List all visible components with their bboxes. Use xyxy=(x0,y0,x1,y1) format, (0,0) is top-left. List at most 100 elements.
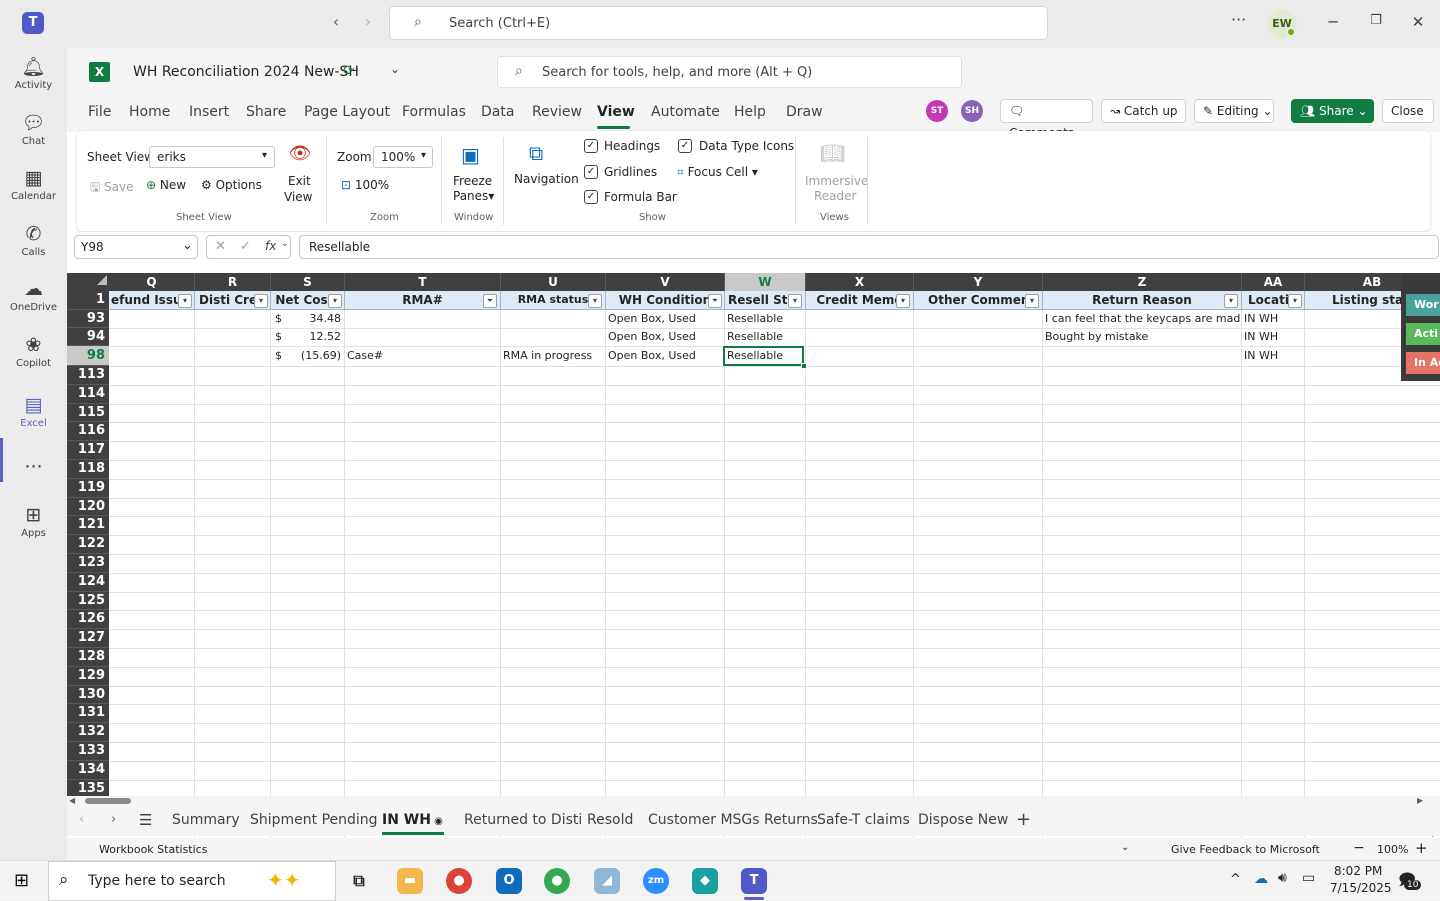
network-icon[interactable]: ▭ xyxy=(1302,870,1315,886)
filter-dropdown-icon[interactable]: ▾ xyxy=(588,294,602,308)
share-button[interactable]: 👥︎ Share ⌄ xyxy=(1291,99,1374,123)
cell-location[interactable]: IN WH xyxy=(1244,310,1278,328)
row-header[interactable]: 127 xyxy=(67,629,109,648)
header-cell-return-reason[interactable]: Return Reason xyxy=(1043,291,1242,310)
row-header[interactable]: 1 xyxy=(67,291,109,310)
chrome-profile-icon[interactable]: ● xyxy=(544,868,570,894)
sheet-tab-customer-msgs-returns[interactable]: Customer MSGs Returns xyxy=(648,812,818,828)
editing-mode-button[interactable]: ✎ Editing ⌄ xyxy=(1194,99,1274,123)
clock-date[interactable]: 7/15/2025 xyxy=(1330,881,1392,895)
cell-location[interactable]: IN WH xyxy=(1244,347,1278,365)
filter-dropdown-icon[interactable]: ▾ xyxy=(178,294,192,308)
row-header[interactable]: 134 xyxy=(67,760,109,780)
sheet-tab-shipment-pending[interactable]: Shipment Pending xyxy=(250,812,378,828)
sheet-tab-returned-to-disti[interactable]: Returned to Disti xyxy=(464,812,582,828)
tab-automate[interactable]: Automate xyxy=(651,104,720,120)
cell-rma[interactable]: Case# xyxy=(347,347,383,365)
forward-arrow-icon[interactable]: › xyxy=(356,12,380,31)
tab-draw[interactable]: Draw xyxy=(786,104,823,120)
filter-active-icon[interactable]: ⏷ xyxy=(483,294,497,308)
column-header-r[interactable]: R xyxy=(195,273,271,291)
filter-dropdown-icon[interactable]: ▾ xyxy=(788,294,802,308)
exit-view-button[interactable]: Exit xyxy=(288,174,311,188)
cell-return-reason[interactable]: I can feel that the keycaps are made xyxy=(1045,310,1241,328)
side-tab-2[interactable]: Acti xyxy=(1406,323,1440,345)
column-header-s[interactable]: S xyxy=(271,273,345,291)
column-header-q[interactable]: Q xyxy=(109,273,195,291)
cancel-x-icon[interactable]: ✕ xyxy=(215,239,226,254)
column-header-w[interactable]: W xyxy=(725,273,806,291)
formula-input[interactable]: Resellable xyxy=(299,235,1439,259)
row-header[interactable]: 118 xyxy=(67,460,109,479)
cell-wh-condition[interactable]: Open Box, Used xyxy=(608,310,696,328)
row-header[interactable]: 115 xyxy=(67,403,109,423)
selected-cell[interactable] xyxy=(723,346,804,366)
filter-dropdown-icon[interactable]: ▾ xyxy=(1224,294,1238,308)
row-header[interactable]: 126 xyxy=(67,610,109,630)
collaborator-avatar-st[interactable]: ST xyxy=(926,100,948,122)
collaborator-avatar-sh[interactable]: SH xyxy=(961,100,983,122)
zoom-app-icon[interactable]: zm xyxy=(643,868,669,894)
row-header[interactable]: 124 xyxy=(67,572,109,592)
column-header-aa[interactable]: AA xyxy=(1242,273,1305,291)
header-cell-other-comment[interactable]: Other Comment xyxy=(914,291,1043,310)
filter-dropdown-icon[interactable]: ▾ xyxy=(254,294,268,308)
chevron-down-icon[interactable]: ⌄ xyxy=(390,62,400,76)
fill-handle[interactable] xyxy=(801,363,807,369)
row-header[interactable]: 133 xyxy=(67,742,109,761)
row-header[interactable]: 94 xyxy=(67,328,109,346)
tab-formulas[interactable]: Formulas xyxy=(402,104,466,120)
function-fx-icon[interactable]: fx xyxy=(265,239,276,253)
column-header-v[interactable]: V xyxy=(606,273,725,291)
row-header[interactable]: 93 xyxy=(67,310,109,328)
cell-net-cost[interactable]: 34.48 xyxy=(271,310,342,328)
row-header[interactable]: 130 xyxy=(67,685,109,705)
onedrive-tray-icon[interactable]: ☁ xyxy=(1254,871,1268,887)
add-sheet-icon[interactable]: + xyxy=(1016,809,1031,830)
row-header[interactable]: 128 xyxy=(67,648,109,667)
show-hidden-icons-icon[interactable]: ^ xyxy=(1230,872,1241,887)
formula-bar-checkbox[interactable]: ✓ xyxy=(584,190,598,204)
row-header[interactable]: 132 xyxy=(67,723,109,742)
filter-dropdown-icon[interactable]: ▾ xyxy=(1025,294,1039,308)
chrome-icon[interactable]: ● xyxy=(446,868,472,894)
row-header[interactable]: 131 xyxy=(67,704,109,724)
new-view-button[interactable]: ⊕ New xyxy=(146,178,186,192)
tab-share[interactable]: Share xyxy=(246,104,286,120)
column-header-u[interactable]: U xyxy=(501,273,606,291)
freeze-panes-button[interactable]: Freeze xyxy=(453,174,492,188)
column-header-y[interactable]: Y xyxy=(914,273,1043,291)
tab-data[interactable]: Data xyxy=(481,104,514,120)
close-window-icon[interactable]: ✕ xyxy=(1408,13,1428,31)
close-button[interactable]: Close xyxy=(1382,99,1434,123)
cell-wh-condition[interactable]: Open Box, Used xyxy=(608,347,696,365)
row-header[interactable]: 125 xyxy=(67,591,109,611)
row-header[interactable]: 113 xyxy=(67,366,109,385)
taskbar-search-box[interactable]: ⌕ Type here to search ✦✦ xyxy=(48,861,336,901)
row-header[interactable]: 121 xyxy=(67,516,109,536)
gridlines-checkbox[interactable]: ✓ xyxy=(584,165,598,179)
cell-rma-status[interactable]: RMA in progress xyxy=(503,347,592,365)
scroll-right-arrow-icon[interactable]: ▶ xyxy=(1417,796,1423,805)
side-tab-1[interactable]: Wor xyxy=(1406,294,1440,316)
sheet-tab-in-wh[interactable]: IN WH ◉ xyxy=(382,812,443,828)
sheet-tab-dispose-new[interactable]: Dispose New xyxy=(918,812,1008,828)
comments-button[interactable]: 🗨︎ Comments xyxy=(1000,99,1093,140)
tab-page-layout[interactable]: Page Layout xyxy=(304,104,390,120)
horizontal-scrollbar[interactable]: ◀ ▶ xyxy=(67,796,1440,806)
name-box[interactable]: Y98 ⌄ xyxy=(74,235,198,259)
tab-view[interactable]: View xyxy=(597,104,635,120)
row-header[interactable]: 122 xyxy=(67,535,109,554)
chevron-down-icon[interactable]: ⌄ xyxy=(1121,842,1129,853)
row-header[interactable]: 116 xyxy=(67,422,109,442)
task-view-icon[interactable]: ⧉ xyxy=(346,868,372,894)
row-header[interactable]: 123 xyxy=(67,554,109,573)
next-sheet-arrow-icon[interactable]: › xyxy=(111,812,116,827)
row-header[interactable]: 120 xyxy=(67,497,109,517)
filter-dropdown-icon[interactable]: ▾ xyxy=(896,294,910,308)
rail-item-excel[interactable]: ▤ Excel xyxy=(0,392,67,429)
rail-item-chat[interactable]: 💬︎ Chat xyxy=(0,110,67,147)
cell-resell-status[interactable]: Resellable xyxy=(727,310,783,328)
row-header[interactable]: 117 xyxy=(67,441,109,460)
document-title[interactable]: WH Reconciliation 2024 New-SH xyxy=(133,64,359,80)
